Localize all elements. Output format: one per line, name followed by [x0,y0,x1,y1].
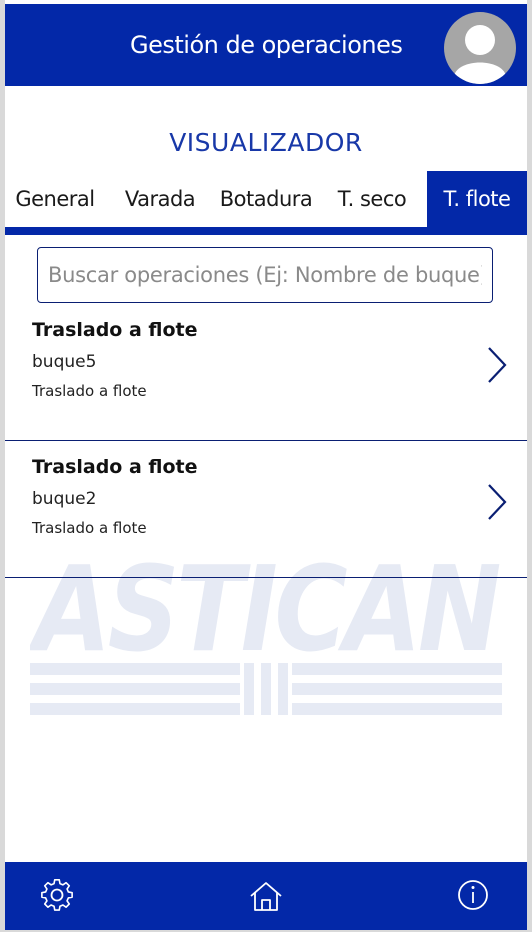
tab-underline [5,227,527,235]
app-header: Gestión de operaciones [5,4,527,86]
tab-varada[interactable]: Varada [113,171,207,227]
user-avatar[interactable] [444,12,516,84]
tab-tseco[interactable]: T. seco [325,171,419,227]
home-icon[interactable] [248,878,284,914]
app-title: Gestión de operaciones [130,31,403,59]
item-subtitle: buque2 [32,489,97,509]
item-title: Traslado a flote [32,456,198,478]
app-screen: Gestión de operaciones VISUALIZADOR Gene… [5,0,527,930]
item-subtitle: buque5 [32,352,97,372]
tab-general[interactable]: General [5,171,105,227]
item-description: Traslado a flote [32,382,147,400]
viewer-title: VISUALIZADOR [169,128,363,157]
tab-bar: General Varada Botadura T. seco T. flote [5,171,527,227]
item-title: Traslado a flote [32,319,198,341]
search-input[interactable] [37,247,493,303]
settings-gear-icon[interactable] [39,878,75,914]
chevron-right-icon[interactable] [485,345,509,385]
user-silhouette-icon [454,25,506,84]
chevron-right-icon[interactable] [485,482,509,522]
item-description: Traslado a flote [32,519,147,537]
tab-botadura[interactable]: Botadura [215,171,317,227]
info-icon[interactable] [455,878,491,914]
tab-tflote[interactable]: T. flote [427,171,527,227]
list-item[interactable]: Traslado a flote buque5 Traslado a flote [5,305,527,441]
bottom-nav-bar [5,862,527,930]
list-item[interactable]: Traslado a flote buque2 Traslado a flote [5,442,527,578]
